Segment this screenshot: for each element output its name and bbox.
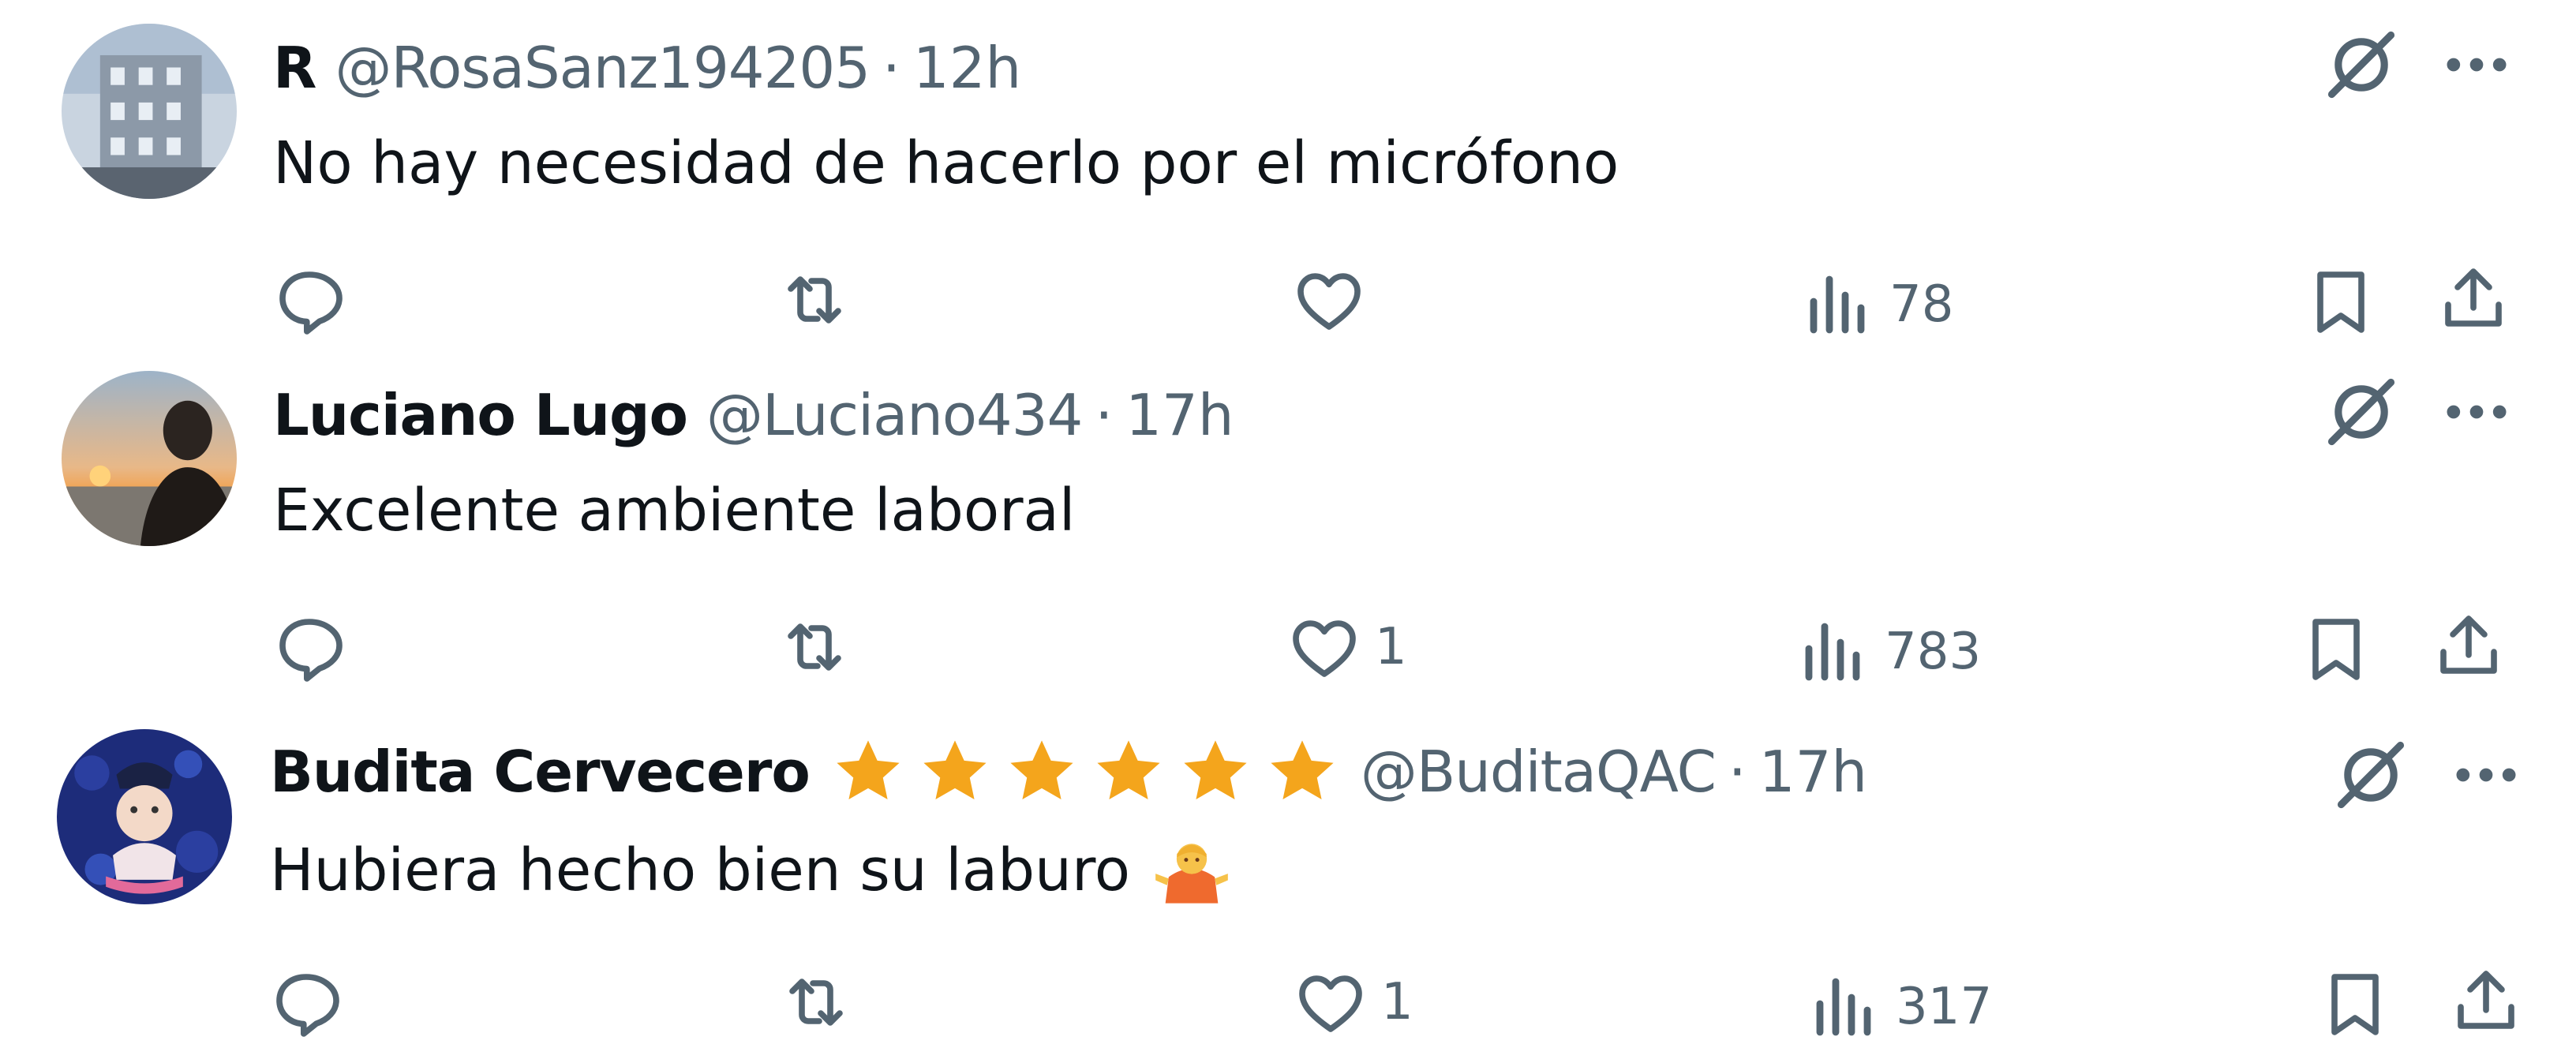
like-count: 1 — [1375, 618, 1407, 676]
timestamp[interactable]: 17h — [1759, 732, 1867, 811]
share-icon[interactable] — [2448, 963, 2524, 1038]
timestamp[interactable]: 12h — [913, 28, 1021, 107]
user-handle[interactable]: @Luciano434 — [706, 376, 1083, 455]
reply-button[interactable] — [271, 608, 360, 687]
like-icon — [1293, 620, 1356, 677]
share-icon[interactable] — [2436, 260, 2511, 336]
tweet-text-content: No hay necesidad de hacerlo por el micró… — [273, 129, 1619, 197]
reply-button[interactable] — [268, 963, 357, 1042]
separator-dot: · — [882, 35, 900, 101]
repost-icon — [788, 623, 841, 671]
tweet-text: Hubiera hecho bien su laburo — [270, 827, 1231, 914]
like-count: 1 — [1381, 973, 1413, 1031]
tweet-header: Budita Cervecero @BuditaQAC · 17h — [270, 732, 1867, 811]
reply-icon — [279, 271, 343, 335]
user-handle[interactable]: @BuditaQAC — [1361, 732, 1717, 811]
star-icon — [1271, 740, 1334, 799]
view-count: 78 — [1889, 275, 1954, 334]
share-icon[interactable] — [2431, 608, 2507, 683]
grok-icon[interactable] — [2331, 735, 2410, 814]
tweet[interactable]: R @RosaSanz194205 · 12h No hay necesidad… — [0, 0, 2576, 339]
avatar[interactable] — [62, 371, 237, 546]
star-icon — [837, 740, 900, 799]
bookmark-icon[interactable] — [2298, 611, 2374, 687]
display-name[interactable]: Luciano Lugo — [273, 376, 688, 455]
repost-icon — [788, 276, 841, 324]
like-button[interactable] — [1291, 260, 1380, 339]
person-shrugging-emoji — [1155, 844, 1228, 904]
avatar[interactable] — [62, 24, 237, 199]
separator-dot: · — [1095, 382, 1114, 448]
view-count: 317 — [1896, 978, 1993, 1036]
tweet-text: No hay necesidad de hacerlo por el micró… — [273, 120, 1619, 207]
tweet[interactable]: Luciano Lugo @Luciano434 · 17h Excelente… — [0, 347, 2576, 687]
bookmark-icon[interactable] — [2303, 264, 2379, 339]
more-options-icon[interactable] — [2447, 735, 2525, 814]
display-name[interactable]: Budita Cervecero — [270, 732, 811, 811]
views-icon — [1810, 275, 1865, 334]
view-count: 783 — [1885, 623, 1982, 681]
views-button[interactable]: 78 — [1801, 265, 1953, 344]
user-handle[interactable]: @RosaSanz194205 — [335, 28, 871, 107]
grok-icon[interactable] — [2322, 372, 2401, 451]
views-button[interactable]: 783 — [1796, 612, 1981, 691]
like-button[interactable]: 1 — [1293, 963, 1413, 1042]
bookmark-icon[interactable] — [2317, 966, 2393, 1042]
separator-dot: · — [1728, 739, 1747, 805]
avatar-image — [62, 371, 237, 546]
views-icon — [1805, 623, 1860, 681]
repost-button[interactable] — [778, 963, 867, 1042]
tweet-text-content: Hubiera hecho bien su laburo — [270, 836, 1131, 904]
tweet-header: Luciano Lugo @Luciano434 · 17h — [273, 376, 1234, 455]
repost-button[interactable] — [777, 260, 865, 339]
avatar-image — [62, 24, 237, 199]
star-icon — [1097, 740, 1160, 799]
more-options-icon[interactable] — [2437, 372, 2516, 451]
reply-button[interactable] — [271, 260, 360, 339]
views-button[interactable]: 317 — [1807, 967, 1992, 1046]
star-icon — [1010, 740, 1073, 799]
views-icon — [1816, 978, 1871, 1036]
timestamp[interactable]: 17h — [1125, 376, 1234, 455]
star-icon — [1184, 740, 1247, 799]
tweet[interactable]: Budita Cervecero @BuditaQAC · 17h Hubier… — [0, 709, 2576, 1048]
avatar[interactable] — [57, 729, 232, 904]
reply-icon — [279, 619, 343, 682]
more-options-icon[interactable] — [2437, 25, 2516, 104]
like-button[interactable]: 1 — [1286, 608, 1407, 687]
repost-button[interactable] — [777, 608, 865, 687]
tweet-text-content: Excelente ambiente laboral — [273, 477, 1076, 544]
tweet-text: Excelente ambiente laboral — [273, 467, 1075, 554]
star-icon — [923, 740, 987, 799]
display-name[interactable]: R — [273, 28, 316, 107]
like-icon — [1297, 273, 1361, 330]
like-icon — [1299, 975, 1362, 1032]
verified-stars — [829, 732, 1342, 811]
repost-icon — [789, 979, 843, 1026]
tweet-header: R @RosaSanz194205 · 12h — [273, 28, 1021, 107]
grok-icon[interactable] — [2322, 25, 2401, 104]
reply-icon — [276, 974, 339, 1037]
avatar-image — [57, 729, 232, 904]
